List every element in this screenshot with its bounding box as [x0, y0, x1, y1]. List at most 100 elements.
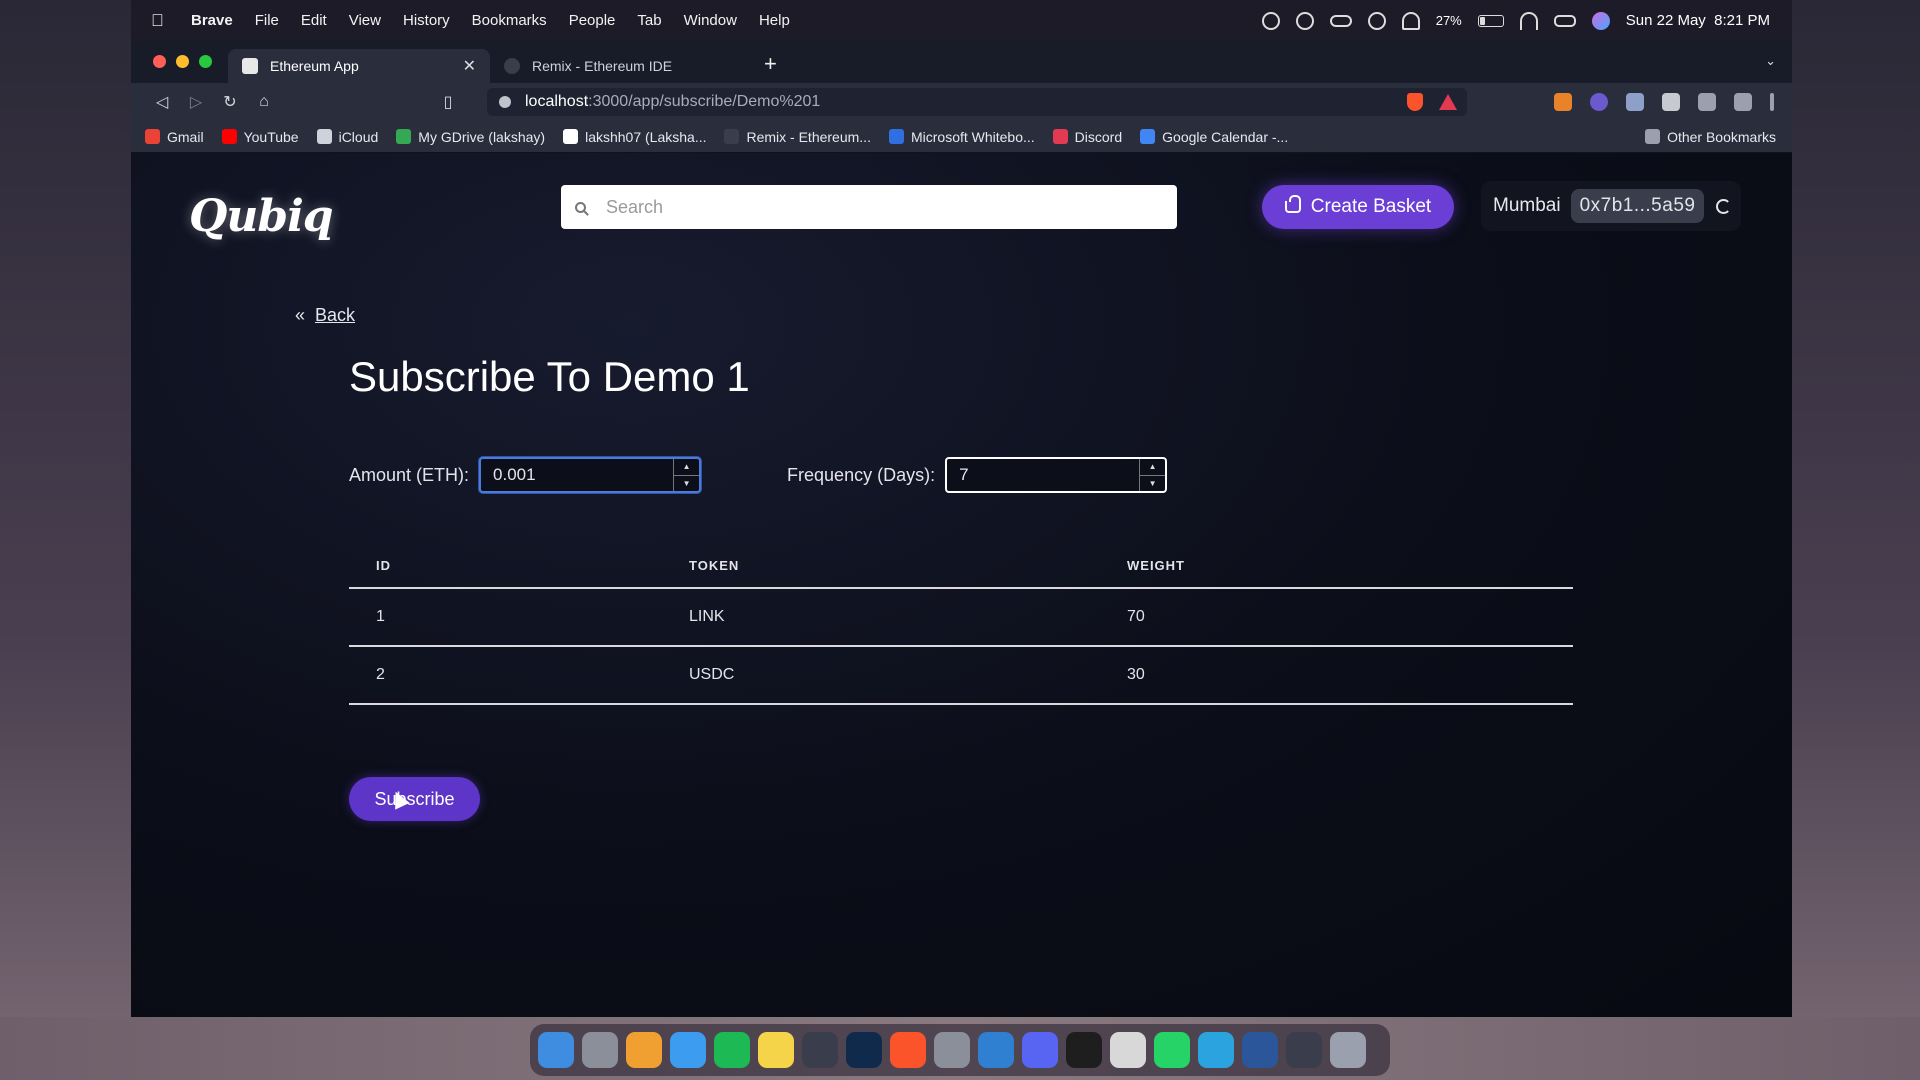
- bookmark-label: YouTube: [243, 128, 299, 145]
- menu-help[interactable]: Help: [759, 12, 790, 29]
- qubiq-logo[interactable]: Qubiq: [189, 191, 334, 242]
- create-basket-button[interactable]: Create Basket: [1262, 185, 1454, 229]
- notes-icon[interactable]: [758, 1032, 794, 1068]
- chevron-up-icon[interactable]: ▲: [674, 459, 700, 476]
- apple-icon[interactable]: : [151, 11, 169, 31]
- whatsapp-icon[interactable]: [1154, 1032, 1190, 1068]
- discord-icon[interactable]: [1022, 1032, 1058, 1068]
- tab-ethereum-app[interactable]: Ethereum App ✕: [228, 49, 490, 83]
- telegram-icon[interactable]: [1198, 1032, 1234, 1068]
- wallet-address[interactable]: 0x7b1...5a59: [1570, 189, 1705, 223]
- zoom-window-button[interactable]: [199, 55, 212, 68]
- menu-edit[interactable]: Edit: [301, 12, 327, 29]
- menu-history[interactable]: History: [403, 12, 450, 29]
- bookmark-icon[interactable]: ▯: [431, 92, 465, 112]
- bookmark-item[interactable]: YouTube: [221, 128, 299, 145]
- frequency-label: Frequency (Days):: [787, 464, 936, 485]
- amount-value[interactable]: 0.001: [481, 465, 673, 485]
- launchpad-icon[interactable]: [582, 1032, 618, 1068]
- puzzle-icon[interactable]: [1662, 93, 1680, 111]
- siri-icon[interactable]: [1591, 11, 1610, 30]
- browser-toolbar: ◁ ▷ ↻ ⌂ ▯ localhost :3000/app/subscribe/…: [131, 83, 1792, 121]
- refresh-icon[interactable]: [1716, 198, 1732, 214]
- menu-tab[interactable]: Tab: [637, 12, 661, 29]
- bookmark-item[interactable]: lakshh07 (Laksha...: [563, 129, 706, 145]
- new-tab-icon[interactable]: +: [764, 51, 777, 77]
- trash-icon[interactable]: [1330, 1032, 1366, 1068]
- wallet-icon[interactable]: [1734, 93, 1752, 111]
- network-name[interactable]: Mumbai: [1493, 195, 1561, 217]
- cloud-icon[interactable]: [1329, 14, 1352, 27]
- headphones-icon[interactable]: [1401, 11, 1420, 30]
- control-center-icon[interactable]: [1553, 14, 1576, 27]
- bookmark-item[interactable]: Google Calendar -...: [1140, 129, 1288, 145]
- other-bookmarks-label: Other Bookmarks: [1667, 128, 1776, 145]
- site-info-icon[interactable]: [499, 96, 511, 108]
- back-link[interactable]: Back: [315, 305, 355, 326]
- menu-file[interactable]: File: [255, 12, 279, 29]
- minimize-window-button[interactable]: [176, 55, 189, 68]
- subscribe-button[interactable]: Subscribe: [349, 777, 480, 821]
- menu-icon[interactable]: [1770, 93, 1774, 111]
- close-window-button[interactable]: [153, 55, 166, 68]
- metamask-icon[interactable]: [1554, 93, 1572, 111]
- bookmark-item[interactable]: Remix - Ethereum...: [724, 129, 871, 145]
- menu-bookmarks[interactable]: Bookmarks: [472, 12, 547, 29]
- chevron-down-icon[interactable]: ▼: [1140, 476, 1165, 492]
- back-arrow-icon[interactable]: ◁: [145, 92, 179, 112]
- sublime-icon[interactable]: [626, 1032, 662, 1068]
- finder-icon[interactable]: [538, 1032, 574, 1068]
- desktop-wallpaper-left: [0, 0, 131, 1080]
- frequency-input[interactable]: 7 ▲ ▼: [945, 457, 1168, 493]
- brave-shield-icon[interactable]: [1407, 93, 1423, 111]
- script-editor-icon[interactable]: [1110, 1032, 1146, 1068]
- double-chevron-left-icon[interactable]: «: [295, 305, 305, 326]
- bookmark-item[interactable]: Discord: [1052, 129, 1122, 145]
- status-icon[interactable]: [1261, 11, 1280, 30]
- chevron-down-icon[interactable]: ⌄: [1765, 53, 1776, 69]
- forward-arrow-icon[interactable]: ▷: [179, 92, 213, 112]
- wifi-icon[interactable]: [1519, 11, 1538, 30]
- spotify-icon[interactable]: [714, 1032, 750, 1068]
- frequency-value[interactable]: 7: [947, 465, 1139, 485]
- grammarly-icon[interactable]: [1295, 11, 1314, 30]
- terminal-icon[interactable]: [1066, 1032, 1102, 1068]
- bookmark-item[interactable]: Gmail: [145, 129, 204, 145]
- screenshot-icon[interactable]: [1286, 1032, 1322, 1068]
- chevron-up-icon[interactable]: ▲: [1140, 459, 1166, 476]
- close-icon[interactable]: ✕: [463, 56, 476, 76]
- menu-view[interactable]: View: [349, 12, 381, 29]
- column-header-token: TOKEN: [689, 558, 1127, 589]
- bookmark-item[interactable]: Microsoft Whitebo...: [888, 129, 1035, 145]
- reload-icon[interactable]: ↻: [213, 92, 247, 112]
- safari-icon[interactable]: [670, 1032, 706, 1068]
- tab-remix[interactable]: Remix - Ethereum IDE: [490, 49, 752, 83]
- bookmark-item[interactable]: My GDrive (lakshay): [396, 129, 545, 145]
- battery-icon[interactable]: [1477, 14, 1504, 27]
- brave-rewards-icon[interactable]: [1439, 94, 1457, 110]
- home-icon[interactable]: ⌂: [247, 93, 281, 111]
- address-bar[interactable]: localhost :3000/app/subscribe/Demo%201: [487, 88, 1467, 116]
- frequency-stepper[interactable]: ▲ ▼: [1139, 459, 1166, 492]
- menubar-datetime[interactable]: Sun 22 May 8:21 PM: [1626, 12, 1770, 29]
- settings-icon[interactable]: [934, 1032, 970, 1068]
- menu-app-name[interactable]: Brave: [191, 12, 233, 29]
- play-icon[interactable]: [1367, 11, 1386, 30]
- menu-people[interactable]: People: [569, 12, 616, 29]
- photoshop-icon[interactable]: [846, 1032, 882, 1068]
- playlist-icon[interactable]: [1698, 93, 1716, 111]
- amount-input[interactable]: 0.001 ▲ ▼: [479, 457, 702, 493]
- search-bar[interactable]: [561, 185, 1177, 229]
- brave-icon[interactable]: [890, 1032, 926, 1068]
- obs-icon[interactable]: [802, 1032, 838, 1068]
- pen-extension-icon[interactable]: [1626, 93, 1644, 111]
- word-icon[interactable]: [1242, 1032, 1278, 1068]
- search-input[interactable]: [606, 196, 1126, 218]
- bookmark-item[interactable]: iCloud: [316, 129, 378, 145]
- amount-stepper[interactable]: ▲ ▼: [673, 459, 700, 492]
- other-bookmarks[interactable]: Other Bookmarks: [1645, 129, 1776, 145]
- chevron-down-icon[interactable]: ▼: [674, 476, 699, 492]
- menu-window[interactable]: Window: [684, 12, 737, 29]
- extension-icon[interactable]: [1590, 93, 1608, 111]
- vscode-icon[interactable]: [978, 1032, 1014, 1068]
